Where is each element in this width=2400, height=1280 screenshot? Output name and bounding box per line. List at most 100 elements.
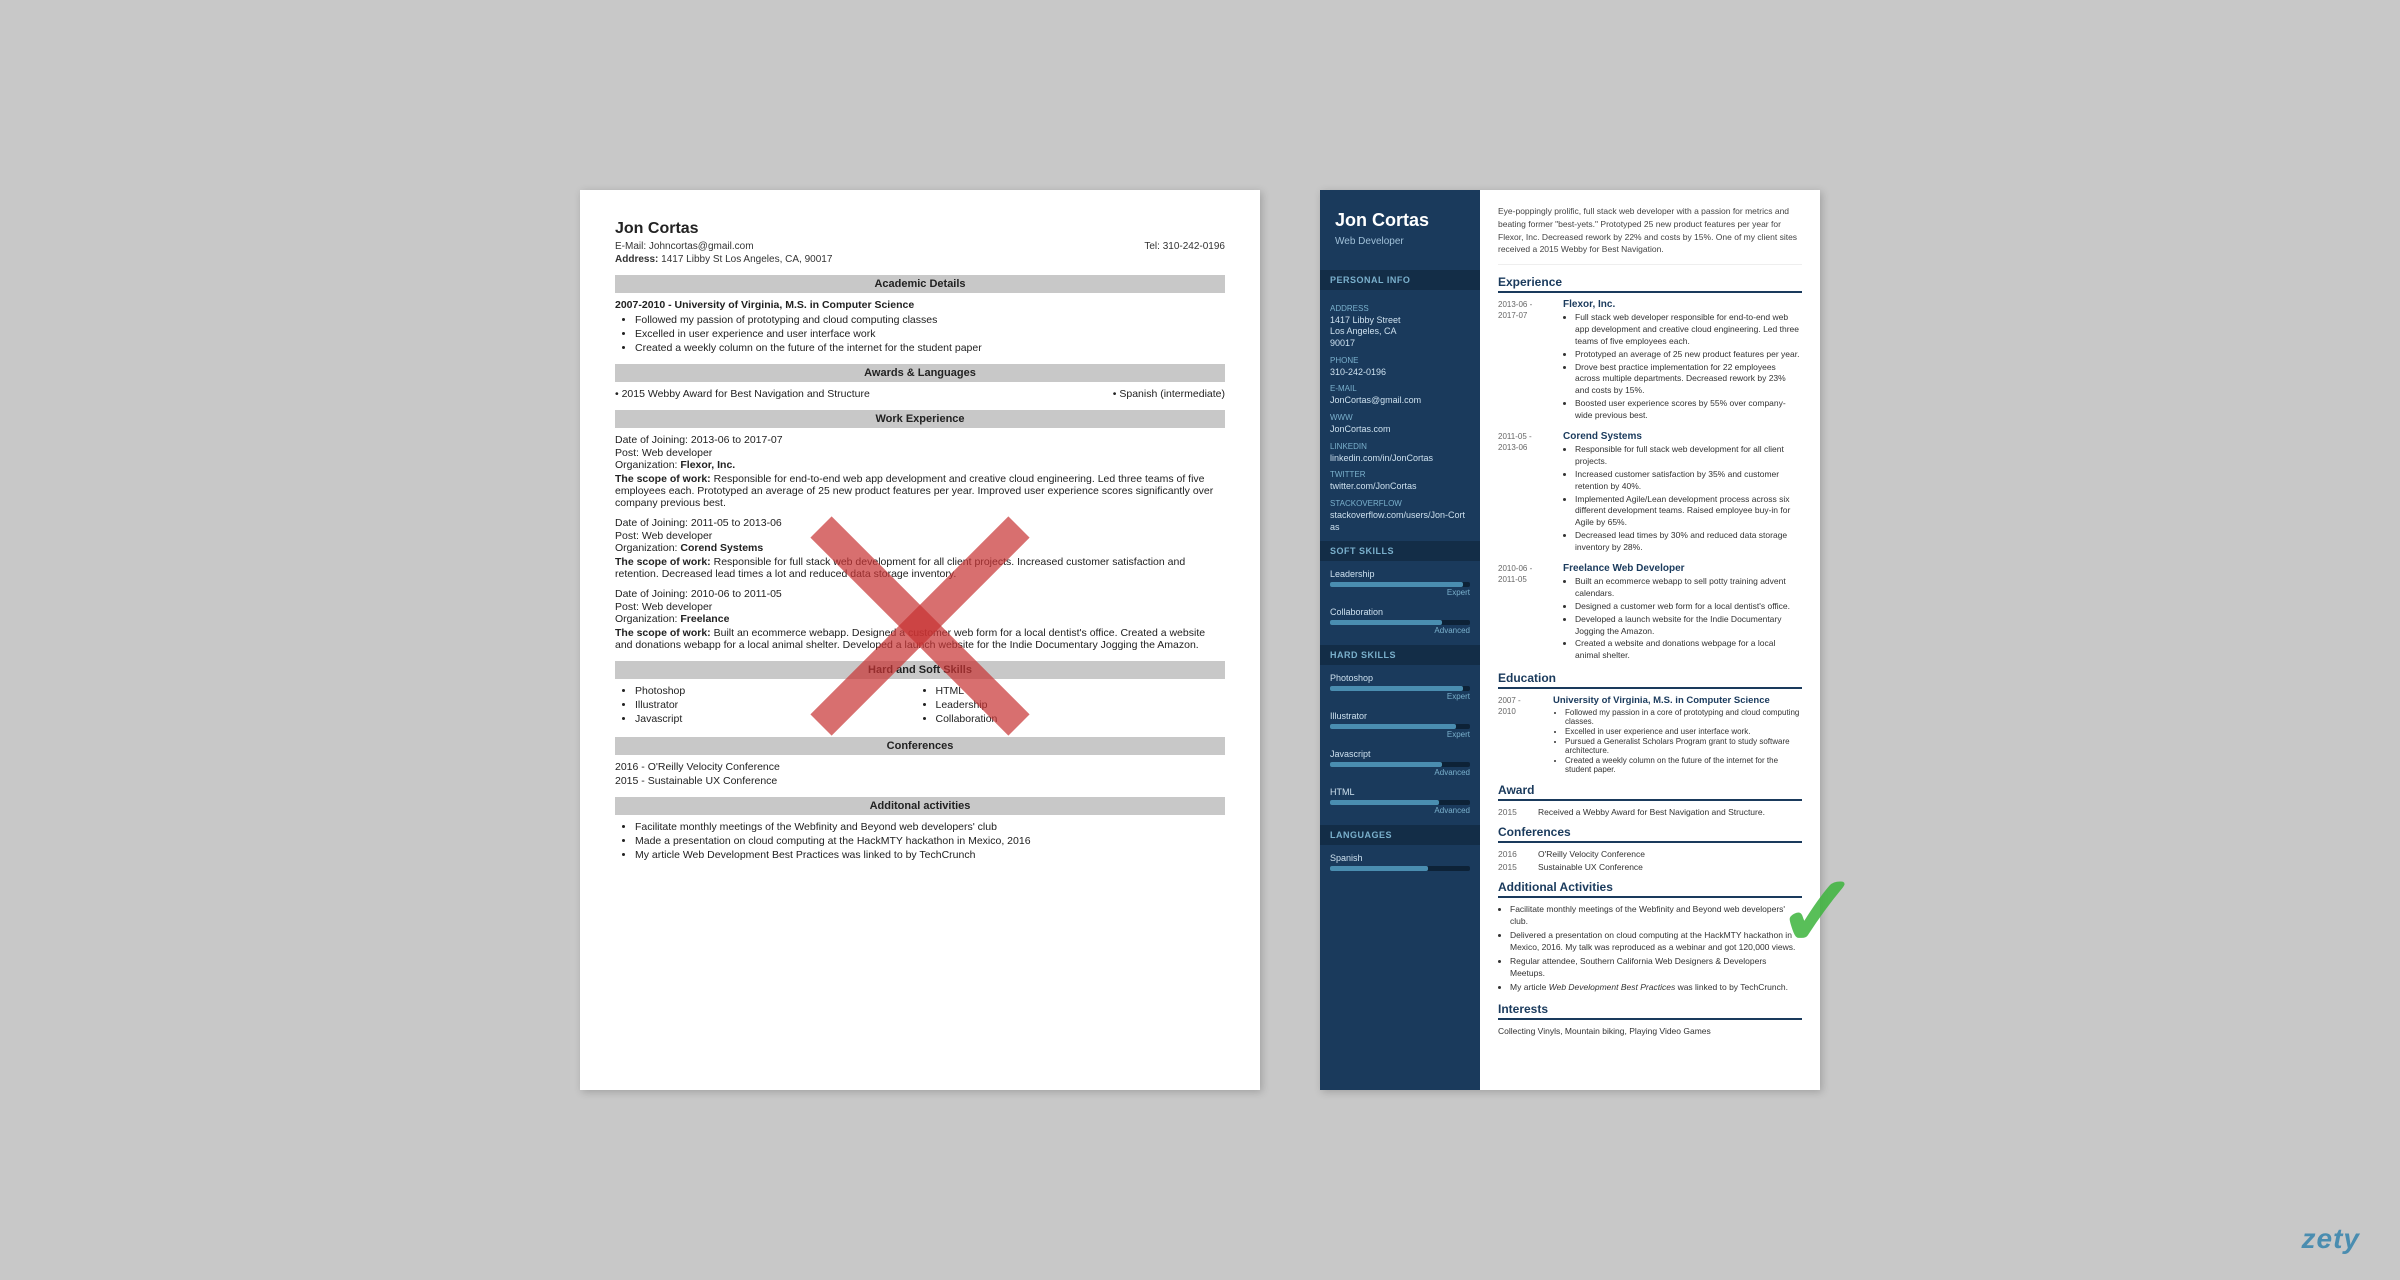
soft-skills-title: Soft Skills: [1320, 541, 1480, 561]
activity-right-2: Delivered a presentation on cloud comput…: [1510, 930, 1802, 954]
skill-html-fill: [1330, 800, 1439, 805]
languages-title: Languages: [1320, 825, 1480, 845]
work-scope-3: The scope of work: Built an ecommerce we…: [615, 627, 1225, 651]
stackoverflow-value: stackoverflow.com/users/Jon-Cortas: [1330, 510, 1470, 533]
edu-bullet-1: Followed my passion in a core of prototy…: [1565, 708, 1802, 726]
academic-item-1: Followed my passion of prototyping and c…: [635, 314, 1225, 326]
skill-illustrator-fill: [1330, 724, 1456, 729]
exp-company-1: Flexor, Inc.: [1563, 299, 1802, 310]
skill-collaboration-track: [1330, 620, 1470, 625]
edu-bullet-3: Pursued a Generalist Scholars Program gr…: [1565, 737, 1802, 755]
twitter-value: twitter.com/JonCortas: [1330, 481, 1470, 493]
academic-section-header: Academic Details: [615, 275, 1225, 293]
exp-bullet-2-1: Responsible for full stack web developme…: [1575, 444, 1802, 468]
conf-text-2: Sustainable UX Conference: [1538, 862, 1643, 872]
awards-section-header: Awards & Languages: [615, 364, 1225, 382]
work-date-2: Date of Joining: 2011-05 to 2013-06: [615, 517, 1225, 529]
email-value: JonCortas@gmail.com: [1330, 395, 1470, 407]
lang-spanish-track: [1330, 866, 1470, 871]
conf-year-2: 2015: [1498, 862, 1538, 872]
www-label: WWW: [1330, 413, 1470, 422]
exp-bullet-2-4: Decreased lead times by 30% and reduced …: [1575, 530, 1802, 554]
skill-illustrator-label: Illustrator: [1330, 711, 1470, 721]
linkedin-value: linkedin.com/in/JonCortas: [1330, 453, 1470, 465]
sidebar-header: Jon Cortas Web Developer: [1320, 190, 1480, 270]
skill-collaboration-label: Collaboration: [1330, 607, 1470, 617]
exp-bullet-3-1: Built an ecommerce webapp to sell potty …: [1575, 576, 1802, 600]
personal-info-title: Personal Info: [1320, 270, 1480, 290]
skill-photoshop-sublabel: Expert: [1330, 692, 1470, 701]
skill-leadership-track: [1330, 582, 1470, 587]
edu-bullets-1: Followed my passion in a core of prototy…: [1565, 708, 1802, 774]
left-email: E-Mail: Johncortas@gmail.com: [615, 241, 754, 252]
exp-bullet-1-1: Full stack web developer responsible for…: [1575, 312, 1802, 348]
academic-item-3: Created a weekly column on the future of…: [635, 342, 1225, 354]
left-header: Jon Cortas E-Mail: Johncortas@gmail.com …: [615, 220, 1225, 265]
activities-list: Facilitate monthly meetings of the Webfi…: [635, 821, 1225, 861]
right-summary: Eye-poppingly prolific, full stack web d…: [1498, 205, 1802, 265]
phone-value: 310-242-0196: [1330, 367, 1470, 379]
exp-bullet-2-2: Increased customer satisfaction by 35% a…: [1575, 469, 1802, 493]
email-label: E-mail: [1330, 384, 1470, 393]
skill-html-sublabel: Advanced: [1330, 806, 1470, 815]
exp-content-1: Flexor, Inc. Full stack web developer re…: [1563, 299, 1802, 423]
exp-entry-1: 2013-06 -2017-07 Flexor, Inc. Full stack…: [1498, 299, 1802, 423]
skill-photoshop-label: Photoshop: [1330, 673, 1470, 683]
stackoverflow-label: StackOverflow: [1330, 499, 1470, 508]
exp-company-2: Corend Systems: [1563, 431, 1802, 442]
resume-right: Jon Cortas Web Developer Personal Info A…: [1320, 190, 1820, 1090]
exp-bullet-3-4: Created a website and donations webpage …: [1575, 638, 1802, 662]
work-section-header: Work Experience: [615, 410, 1225, 428]
work-entries: Date of Joining: 2013-06 to 2017-07 Post…: [615, 434, 1225, 651]
skill-photoshop: Photoshop Expert: [1320, 673, 1480, 701]
personal-info-content: Address 1417 Libby StreetLos Angeles, CA…: [1320, 290, 1480, 542]
academic-content: 2007-2010 - University of Virginia, M.S.…: [615, 299, 1225, 354]
skill-illustrator: Illustrator Expert: [1320, 711, 1480, 739]
exp-bullet-3-2: Designed a customer web form for a local…: [1575, 601, 1802, 613]
awards-content: • 2015 Webby Award for Best Navigation a…: [615, 388, 1225, 400]
work-post-3: Post: Web developer: [615, 601, 1225, 613]
address-value: 1417 Libby StreetLos Angeles, CA90017: [1330, 315, 1470, 350]
lang-spanish-label: Spanish: [1330, 853, 1470, 863]
www-value: JonCortas.com: [1330, 424, 1470, 436]
skill-javascript-label: Javascript: [1330, 749, 1470, 759]
skill-illustrator-track: [1330, 724, 1470, 729]
exp-bullet-3-3: Developed a launch website for the Indie…: [1575, 614, 1802, 638]
award-text-1: Received a Webby Award for Best Navigati…: [1538, 807, 1765, 817]
edu-date-1: 2007 -2010: [1498, 695, 1553, 775]
skill-illustrator-sublabel: Expert: [1330, 730, 1470, 739]
exp-content-2: Corend Systems Responsible for full stac…: [1563, 431, 1802, 555]
skill-leadership-label: Leadership: [1330, 569, 1470, 579]
conf-entry-2: 2015 Sustainable UX Conference: [1498, 862, 1802, 872]
exp-date-2: 2011-05 -2013-06: [1498, 431, 1563, 555]
skill-photoshop-fill: [1330, 686, 1463, 691]
exp-bullets-3: Built an ecommerce webapp to sell potty …: [1575, 576, 1802, 662]
conf-year-1: 2016: [1498, 849, 1538, 859]
award-year-1: 2015: [1498, 807, 1538, 817]
activities-list: Facilitate monthly meetings of the Webfi…: [1510, 904, 1802, 993]
conferences-section-header: Conferences: [615, 737, 1225, 755]
academic-item-2: Excelled in user experience and user int…: [635, 328, 1225, 340]
activities-section-header: Additonal activities: [615, 797, 1225, 815]
activity-right-4: My article Web Development Best Practice…: [1510, 982, 1802, 994]
interests-text: Collecting Vinyls, Mountain biking, Play…: [1498, 1026, 1802, 1036]
activity-1: Facilitate monthly meetings of the Webfi…: [635, 821, 1225, 833]
work-org-3: Organization: Freelance: [615, 613, 1225, 625]
award-entry-1: 2015 Received a Webby Award for Best Nav…: [1498, 807, 1802, 817]
skills-list: Photoshop Illustrator Javascript HTML Le…: [635, 685, 1225, 727]
zety-watermark: zety: [2302, 1223, 2360, 1255]
conf-text-1: O'Reilly Velocity Conference: [1538, 849, 1645, 859]
work-entry-2: Date of Joining: 2011-05 to 2013-06 Post…: [615, 517, 1225, 580]
resume-left: Jon Cortas E-Mail: Johncortas@gmail.com …: [580, 190, 1260, 1090]
page-container: Jon Cortas E-Mail: Johncortas@gmail.com …: [0, 0, 2400, 1280]
hard-skills-title: Hard Skills: [1320, 645, 1480, 665]
edu-content-1: University of Virginia, M.S. in Computer…: [1553, 695, 1802, 775]
skill-collaboration: Collaboration: [936, 713, 1226, 725]
skill-javascript-fill: [1330, 762, 1442, 767]
exp-entry-2: 2011-05 -2013-06 Corend Systems Responsi…: [1498, 431, 1802, 555]
left-tel: Tel: 310-242-0196: [1144, 241, 1225, 252]
right-name: Jon Cortas: [1335, 210, 1465, 232]
skill-leadership-sublabel: Expert: [1330, 588, 1470, 597]
work-date-1: Date of Joining: 2013-06 to 2017-07: [615, 434, 1225, 446]
skill-photoshop: Photoshop: [635, 685, 925, 697]
